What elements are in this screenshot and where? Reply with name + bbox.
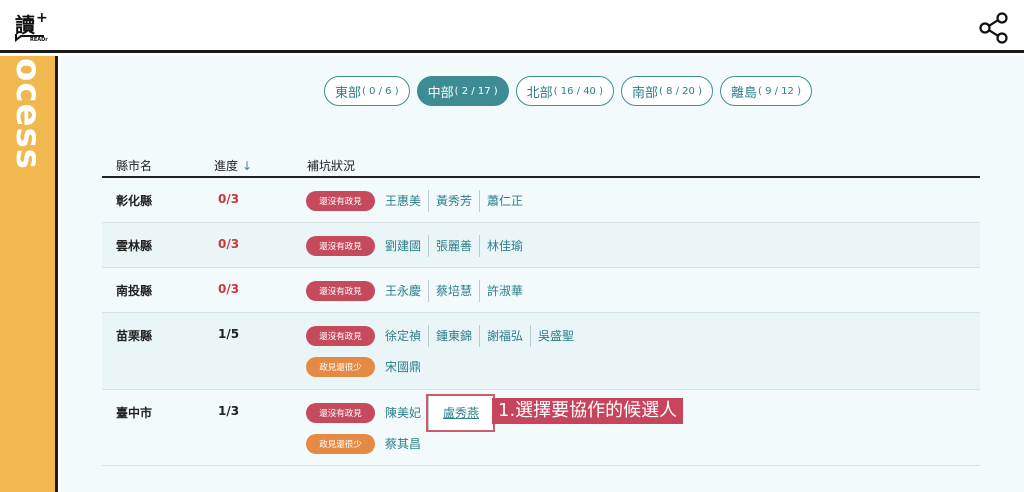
progress-value: 0/3 [218, 192, 240, 206]
candidate-link[interactable]: 盧秀燕 [426, 394, 496, 432]
status-line: 還沒有政見 徐定禎 鍾東錦 謝福弘 吳盛聖 [306, 323, 581, 349]
region-tab[interactable]: 東部( 0 / 6 ) [324, 76, 410, 106]
candidate-link[interactable]: 林佳瑜 [479, 235, 530, 257]
region-tab-name: 南部 [632, 85, 659, 101]
candidate-link[interactable]: 張麗善 [428, 235, 479, 257]
county-name: 南投縣 [116, 284, 153, 298]
status-line: 政見還很少 宋國鼎 [306, 354, 581, 380]
candidate-link[interactable]: 蔡其昌 [381, 433, 428, 455]
region-tab-count: ( 9 / 12 ) [758, 85, 801, 97]
status-area: 還沒有政見 王永慶 蔡培慧 許淑華 [306, 278, 530, 309]
region-tab[interactable]: 離島( 9 / 12 ) [720, 76, 812, 106]
candidate-link[interactable]: 蕭仁正 [479, 190, 530, 212]
candidate-link[interactable]: 陳美妃 [381, 402, 428, 424]
region-tab-name: 中部 [427, 85, 454, 101]
header-progress[interactable]: 進度 ↓ [214, 157, 252, 174]
candidate-link[interactable]: 王永慶 [381, 280, 428, 302]
sidebar-label: ocess [8, 58, 48, 171]
status-line: 還沒有政見 王永慶 蔡培慧 許淑華 [306, 278, 530, 304]
status-area: 還沒有政見 王惠美 黃秀芳 蕭仁正 [306, 188, 530, 219]
candidate-link[interactable]: 鍾東錦 [428, 325, 479, 347]
status-badge: 還沒有政見 [306, 403, 375, 423]
table-row: 苗栗縣 1/5 還沒有政見 徐定禎 鍾東錦 謝福弘 吳盛聖 政見還很少 宋國鼎 [102, 313, 980, 390]
table-row: 彰化縣 0/3 還沒有政見 王惠美 黃秀芳 蕭仁正 [102, 178, 980, 223]
progress-value: 1/3 [218, 404, 240, 418]
region-tab[interactable]: 北部( 16 / 40 ) [515, 76, 614, 106]
region-tab-count: ( 2 / 17 ) [454, 85, 498, 97]
table-row: 雲林縣 0/3 還沒有政見 劉建國 張麗善 林佳瑜 [102, 223, 980, 268]
region-tab-count: ( 0 / 6 ) [362, 85, 399, 97]
svg-text:讀: 讀 [15, 13, 35, 37]
header-status: 補坑狀況 [307, 159, 356, 173]
region-tab[interactable]: 南部( 8 / 20 ) [621, 76, 713, 106]
candidate-link[interactable]: 許淑華 [479, 280, 530, 302]
share-icon[interactable] [978, 12, 1010, 44]
region-tab-name: 東部 [335, 85, 362, 101]
candidate-link[interactable]: 吳盛聖 [530, 325, 581, 347]
annotation-label: 1.選擇要協作的候選人 [492, 398, 684, 424]
status-line: 還沒有政見 陳美妃 盧秀燕 [306, 394, 496, 432]
status-area: 還沒有政見 陳美妃 盧秀燕 政見還很少 蔡其昌 [306, 394, 496, 462]
county-name: 雲林縣 [116, 239, 153, 253]
region-tab-count: ( 16 / 40 ) [553, 85, 603, 97]
region-tab[interactable]: 中部( 2 / 17 ) [416, 76, 509, 106]
candidate-link[interactable]: 王惠美 [381, 190, 428, 212]
svg-text:READr: READr [30, 37, 48, 42]
county-name: 彰化縣 [116, 194, 153, 208]
status-badge: 還沒有政見 [306, 326, 375, 346]
region-tab-count: ( 8 / 20 ) [659, 85, 702, 97]
region-tabs: 東部( 0 / 6 ) 中部( 2 / 17 ) 北部( 16 / 40 ) 南部( … [324, 76, 812, 106]
readr-logo-icon[interactable]: 讀 + READr [14, 10, 48, 42]
progress-value: 0/3 [218, 237, 240, 251]
svg-text:+: + [36, 10, 48, 26]
top-bar: 讀 + READr [0, 0, 1024, 53]
progress-value: 1/5 [218, 327, 240, 341]
status-line: 還沒有政見 王惠美 黃秀芳 蕭仁正 [306, 188, 530, 214]
region-tab-name: 離島 [731, 85, 758, 101]
status-badge: 還沒有政見 [306, 191, 375, 211]
county-name: 臺中市 [116, 406, 153, 420]
progress-value: 0/3 [218, 282, 240, 296]
status-line: 政見還很少 蔡其昌 [306, 431, 493, 457]
status-badge: 還沒有政見 [306, 281, 375, 301]
table-header: 縣市名 進度 ↓ 補坑狀況 [102, 151, 980, 178]
status-badge: 政見還很少 [306, 434, 375, 454]
sort-down-icon[interactable]: ↓ [242, 159, 252, 173]
candidate-link[interactable]: 蔡培慧 [428, 280, 479, 302]
status-line: 還沒有政見 劉建國 張麗善 林佳瑜 [306, 233, 530, 259]
header-progress-label: 進度 [214, 159, 239, 173]
header-county: 縣市名 [116, 159, 153, 173]
main-panel: 東部( 0 / 6 ) 中部( 2 / 17 ) 北部( 16 / 40 ) 南部( … [61, 56, 1024, 492]
sidebar-strip: ocess [0, 56, 58, 492]
status-area: 還沒有政見 徐定禎 鍾東錦 謝福弘 吳盛聖 政見還很少 宋國鼎 [306, 323, 581, 385]
candidate-link[interactable]: 宋國鼎 [381, 356, 428, 378]
candidate-link[interactable]: 黃秀芳 [428, 190, 479, 212]
table-row: 南投縣 0/3 還沒有政見 王永慶 蔡培慧 許淑華 [102, 268, 980, 313]
status-badge: 政見還很少 [306, 357, 375, 377]
status-area: 還沒有政見 劉建國 張麗善 林佳瑜 [306, 233, 530, 264]
status-badge: 還沒有政見 [306, 236, 375, 256]
candidate-link[interactable]: 劉建國 [381, 235, 428, 257]
candidate-link[interactable]: 徐定禎 [381, 325, 428, 347]
county-name: 苗栗縣 [116, 329, 153, 343]
candidate-link[interactable]: 謝福弘 [479, 325, 530, 347]
region-tab-name: 北部 [526, 85, 553, 101]
